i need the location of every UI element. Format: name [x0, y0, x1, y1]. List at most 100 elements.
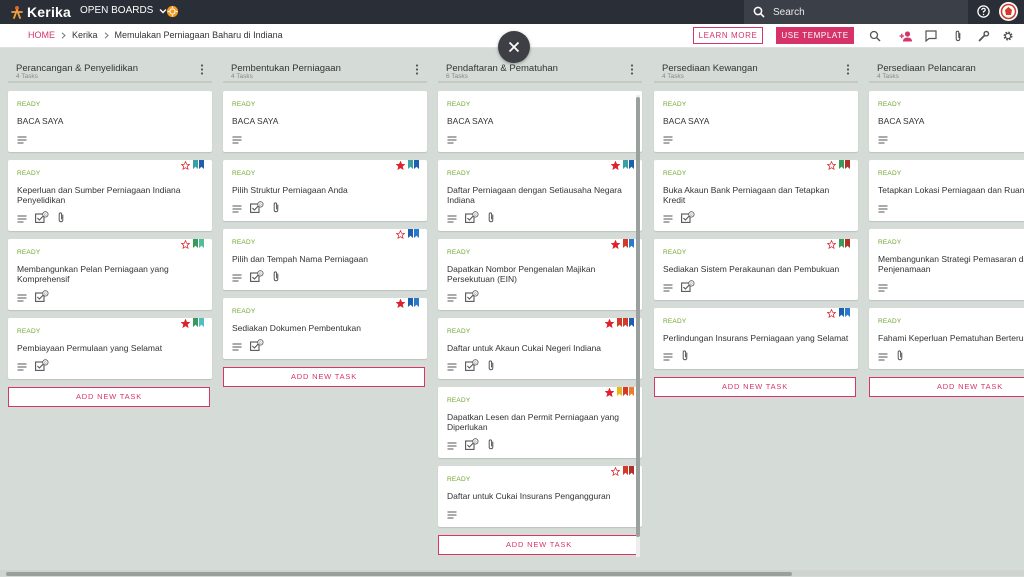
star-icon[interactable] — [181, 161, 190, 170]
tag-bookmark-icon — [617, 318, 622, 327]
add-new-task-button[interactable]: ADD NEW TASK — [223, 367, 425, 387]
task-card[interactable]: READY Fahami Keperluan Pematuhan Berterus… — [869, 308, 1024, 369]
card-flags — [396, 229, 419, 239]
add-new-task-button[interactable]: ADD NEW TASK — [8, 387, 210, 407]
task-card[interactable]: READY BACA SAYA — [438, 91, 642, 152]
task-card[interactable]: READY Keperluan dan Sumber Perniagaan Ind… — [8, 160, 212, 231]
star-icon[interactable] — [827, 240, 836, 249]
task-card[interactable]: READY BACA SAYA — [869, 91, 1024, 152]
card-status: READY — [447, 397, 471, 404]
search-input[interactable] — [773, 6, 953, 18]
card-status: READY — [447, 249, 471, 256]
attachment-icon[interactable] — [952, 30, 964, 42]
task-card[interactable]: READY Pilih Struktur Perniagaan Anda 0 — [223, 160, 427, 221]
task-card[interactable]: READY BACA SAYA — [8, 91, 212, 152]
star-icon[interactable] — [611, 467, 620, 476]
task-card[interactable]: READY Dapatkan Nombor Pengenalan Majikan … — [438, 239, 642, 310]
card-icons: 0 — [17, 290, 203, 304]
card-status: READY — [447, 476, 471, 483]
card-title: BACA SAYA — [447, 116, 494, 126]
star-icon[interactable] — [605, 319, 614, 328]
kerika-logo[interactable]: Kerika — [10, 3, 71, 21]
task-card[interactable]: READY Pembiayaan Permulaan yang Selamat 0 — [8, 318, 212, 379]
star-icon[interactable] — [181, 319, 190, 328]
use-template-button[interactable]: USE TEMPLATE — [776, 27, 854, 44]
user-avatar[interactable] — [999, 2, 1018, 21]
task-card[interactable]: READY Pilih dan Tempah Nama Perniagaan 0 — [223, 229, 427, 290]
card-flags — [181, 239, 204, 249]
checklist-icon: 0 — [250, 200, 264, 218]
star-icon[interactable] — [827, 161, 836, 170]
task-card[interactable]: READY Daftar Perniagaan dengan Setiausaha… — [438, 160, 642, 231]
column-header[interactable]: Persediaan Kewangan 4 Tasks — [654, 57, 858, 83]
card-flags — [611, 160, 634, 170]
help-icon[interactable] — [977, 5, 990, 18]
search-icon[interactable] — [869, 30, 881, 42]
attachment-icon — [57, 210, 65, 228]
star-icon[interactable] — [396, 230, 405, 239]
description-icon — [447, 437, 457, 455]
column-header[interactable]: Pendaftaran & Pematuhan 6 Tasks — [438, 57, 642, 83]
column-task-count: 4 Tasks — [662, 73, 684, 80]
card-title: Keperluan dan Sumber Perniagaan Indiana … — [17, 185, 181, 205]
star-icon[interactable] — [611, 161, 620, 170]
learn-more-button[interactable]: LEARN MORE — [693, 27, 763, 44]
star-icon[interactable] — [605, 388, 614, 397]
task-card[interactable]: READY Membangunkan Strategi Pemasaran dan… — [869, 229, 1024, 300]
task-card[interactable]: READY BACA SAYA — [654, 91, 858, 152]
card-title: Pilih dan Tempah Nama Perniagaan — [232, 254, 368, 264]
card-flags — [827, 239, 850, 249]
tag-bookmark-icon — [199, 239, 204, 248]
column-header[interactable]: Perancangan & Penyelidikan 4 Tasks — [8, 57, 212, 83]
star-icon[interactable] — [827, 309, 836, 318]
breadcrumb-home[interactable]: HOME — [28, 30, 55, 40]
more-vert-icon[interactable] — [200, 64, 204, 75]
card-icons: 0 — [232, 200, 418, 218]
star-icon[interactable] — [611, 240, 620, 249]
chat-icon[interactable] — [925, 30, 937, 42]
card-flags — [611, 466, 634, 476]
card-flags — [181, 160, 204, 170]
card-icons: 0 — [447, 359, 633, 373]
card-status: READY — [663, 170, 687, 177]
sun-icon[interactable] — [166, 5, 179, 18]
add-person-icon[interactable] — [899, 30, 913, 42]
add-new-task-button[interactable]: ADD NEW TASK — [869, 377, 1024, 397]
column-task-count: 4 Tasks — [16, 73, 38, 80]
open-boards-menu[interactable]: OPEN BOARDS — [80, 5, 167, 16]
add-new-task-button[interactable]: ADD NEW TASK — [654, 377, 856, 397]
column-task-count: 6 Tasks — [446, 73, 468, 80]
more-vert-icon[interactable] — [630, 64, 634, 75]
task-card[interactable]: READY Sediakan Dokumen Pembentukan 0 — [223, 298, 427, 359]
task-card[interactable]: READY Daftar untuk Cukai Insurans Pengang… — [438, 466, 642, 527]
task-card[interactable]: READY BACA SAYA — [223, 91, 427, 152]
column-header[interactable]: Pembentukan Perniagaan 4 Tasks — [223, 57, 427, 83]
card-icons — [663, 134, 849, 146]
star-icon[interactable] — [181, 240, 190, 249]
more-vert-icon[interactable] — [415, 64, 419, 75]
task-card[interactable]: READY Buka Akaun Bank Perniagaan dan Teta… — [654, 160, 858, 231]
task-card[interactable]: READY Perlindungan Insurans Perniagaan ya… — [654, 308, 858, 369]
task-card[interactable]: READY Tetapkan Lokasi Perniagaan dan Ruan… — [869, 160, 1024, 221]
more-vert-icon[interactable] — [846, 64, 850, 75]
task-card[interactable]: READY Dapatkan Lesen dan Permit Perniagaa… — [438, 387, 642, 458]
task-card[interactable]: READY Daftar untuk Akaun Cukai Negeri Ind… — [438, 318, 642, 379]
breadcrumb-section[interactable]: Kerika — [72, 30, 98, 40]
star-icon[interactable] — [396, 161, 405, 170]
column-scrollbar[interactable] — [636, 97, 640, 537]
tools-icon[interactable] — [978, 30, 990, 42]
card-status: READY — [878, 239, 902, 246]
tag-bookmark-icon — [623, 318, 628, 327]
description-icon — [878, 131, 888, 149]
gear-icon[interactable] — [1002, 30, 1014, 42]
description-icon — [232, 269, 242, 287]
add-new-task-button[interactable]: ADD NEW TASK — [438, 535, 640, 555]
task-card[interactable]: READY Membangunkan Pelan Perniagaan yang … — [8, 239, 212, 310]
task-card[interactable]: READY Sediakan Sistem Perakaunan dan Pemb… — [654, 239, 858, 300]
card-title: BACA SAYA — [17, 116, 64, 126]
column-header[interactable]: Persediaan Pelancaran 4 Tasks — [869, 57, 1024, 83]
board-scrollbar[interactable] — [6, 572, 792, 576]
tag-bookmark-icon — [199, 318, 204, 327]
search-bar[interactable] — [744, 0, 968, 24]
star-icon[interactable] — [396, 299, 405, 308]
